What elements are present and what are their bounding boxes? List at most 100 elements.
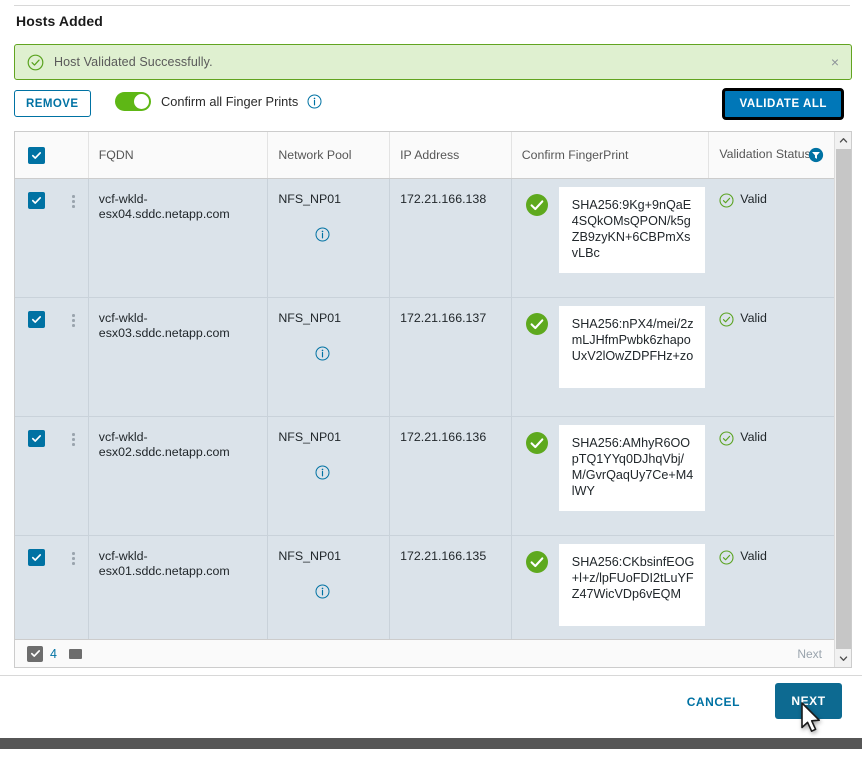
cell-ip-address: 172.21.166.136 bbox=[390, 417, 512, 535]
cell-validation-status: Valid bbox=[709, 417, 834, 535]
check-circle-icon bbox=[27, 54, 44, 71]
network-pool-info-icon[interactable] bbox=[278, 346, 379, 364]
selected-count: 4 bbox=[50, 647, 57, 661]
table-row[interactable]: vcf-wkld-esx04.sddc.netapp.com NFS_NP01 … bbox=[15, 179, 834, 298]
fingerprint-confirmed-icon bbox=[525, 193, 549, 217]
info-circle-icon[interactable] bbox=[307, 94, 322, 109]
table-scrollbar[interactable] bbox=[834, 132, 851, 667]
close-icon[interactable]: × bbox=[831, 55, 839, 69]
cancel-button[interactable]: CANCEL bbox=[677, 687, 750, 717]
row-checkbox[interactable] bbox=[28, 311, 45, 328]
cell-network-pool: NFS_NP01 bbox=[268, 536, 390, 654]
scroll-up-icon[interactable] bbox=[835, 132, 851, 149]
validate-all-button[interactable]: VALIDATE ALL bbox=[722, 88, 844, 120]
status-valid-icon bbox=[719, 431, 734, 446]
column-header-network-pool[interactable]: Network Pool bbox=[268, 132, 390, 178]
fingerprint-value: SHA256:AMhyR6OOpTQ1YYq0DJhqVbj/M/GvrQaqU… bbox=[559, 425, 705, 511]
select-all-header-cell bbox=[15, 132, 59, 178]
row-select-cell bbox=[15, 179, 59, 297]
scroll-down-icon[interactable] bbox=[835, 650, 851, 667]
filter-icon[interactable] bbox=[808, 147, 824, 163]
hosts-table: FQDN Network Pool IP Address Confirm Fin… bbox=[14, 131, 852, 668]
fingerprint-value: SHA256:9Kg+9nQaE4SQkOMsQPON/k5gZB9zyKN+6… bbox=[559, 187, 705, 273]
status-valid-icon bbox=[719, 550, 734, 565]
row-checkbox[interactable] bbox=[28, 549, 45, 566]
wizard-footer: CANCEL NEXT bbox=[0, 676, 862, 749]
row-overflow-menu-icon[interactable] bbox=[72, 431, 75, 446]
row-actions-cell bbox=[59, 417, 89, 535]
cell-ip-address: 172.21.166.135 bbox=[390, 536, 512, 654]
fingerprint-confirmed-icon bbox=[525, 431, 549, 455]
column-header-confirm-fingerprint[interactable]: Confirm FingerPrint bbox=[512, 132, 710, 178]
cell-validation-status: Valid bbox=[709, 536, 834, 654]
fingerprint-confirmed-icon bbox=[525, 550, 549, 574]
status-badge: Valid bbox=[740, 430, 767, 444]
network-pool-value: NFS_NP01 bbox=[278, 549, 341, 563]
status-valid-icon bbox=[719, 193, 734, 208]
row-select-cell bbox=[15, 536, 59, 654]
cell-fingerprint: SHA256:9Kg+9nQaE4SQkOMsQPON/k5gZB9zyKN+6… bbox=[512, 179, 709, 297]
column-settings-icon[interactable] bbox=[69, 649, 82, 659]
network-pool-info-icon[interactable] bbox=[278, 227, 379, 245]
row-actions-cell bbox=[59, 536, 89, 654]
column-header-fqdn[interactable]: FQDN bbox=[89, 132, 269, 178]
cell-fingerprint: SHA256:nPX4/mei/2zmLJHfmPwbk6zhapoUxV2lO… bbox=[512, 298, 709, 416]
cell-fqdn: vcf-wkld-esx02.sddc.netapp.com bbox=[89, 417, 269, 535]
network-pool-value: NFS_NP01 bbox=[278, 192, 341, 206]
toggle-knob bbox=[134, 94, 149, 109]
row-overflow-menu-icon[interactable] bbox=[72, 312, 75, 327]
column-header-ip-address[interactable]: IP Address bbox=[390, 132, 512, 178]
fingerprint-confirmed-icon bbox=[525, 312, 549, 336]
fingerprint-value: SHA256:CKbsinfEOG+l+z/lpFUoFDI2tLuYFZ47W… bbox=[559, 544, 705, 626]
table-header-row: FQDN Network Pool IP Address Confirm Fin… bbox=[15, 132, 834, 179]
cell-network-pool: NFS_NP01 bbox=[268, 417, 390, 535]
page-title: Hosts Added bbox=[16, 13, 103, 29]
row-actions-cell bbox=[59, 298, 89, 416]
cell-network-pool: NFS_NP01 bbox=[268, 179, 390, 297]
validation-status-header-label: Validation Status bbox=[719, 147, 810, 162]
row-checkbox[interactable] bbox=[28, 192, 45, 209]
cell-validation-status: Valid bbox=[709, 298, 834, 416]
table-action-bar: REMOVE Confirm all Finger Prints VALIDAT… bbox=[14, 90, 852, 118]
footer-strip bbox=[0, 738, 862, 749]
cell-ip-address: 172.21.166.138 bbox=[390, 179, 512, 297]
actions-header-cell bbox=[59, 132, 89, 178]
scrollbar-thumb[interactable] bbox=[836, 149, 851, 649]
column-header-validation-status[interactable]: Validation Status bbox=[709, 132, 834, 178]
cell-fingerprint: SHA256:AMhyR6OOpTQ1YYq0DJhqVbj/M/GvrQaqU… bbox=[512, 417, 709, 535]
fingerprint-value: SHA256:nPX4/mei/2zmLJHfmPwbk6zhapoUxV2lO… bbox=[559, 306, 705, 388]
footer-select-all-checkbox[interactable] bbox=[27, 646, 43, 662]
row-overflow-menu-icon[interactable] bbox=[72, 193, 75, 208]
table-footer: 4 Next bbox=[15, 639, 834, 667]
cell-fingerprint: SHA256:CKbsinfEOG+l+z/lpFUoFDI2tLuYFZ47W… bbox=[512, 536, 709, 654]
cell-validation-status: Valid bbox=[709, 179, 834, 297]
next-button[interactable]: NEXT bbox=[775, 683, 842, 719]
cell-ip-address: 172.21.166.137 bbox=[390, 298, 512, 416]
cell-fqdn: vcf-wkld-esx01.sddc.netapp.com bbox=[89, 536, 269, 654]
confirm-all-fingerprints-toggle[interactable] bbox=[115, 92, 151, 111]
pagination-next-link[interactable]: Next bbox=[797, 647, 822, 661]
row-overflow-menu-icon[interactable] bbox=[72, 550, 75, 565]
cell-fqdn: vcf-wkld-esx04.sddc.netapp.com bbox=[89, 179, 269, 297]
confirm-all-fingerprints-label: Confirm all Finger Prints bbox=[161, 94, 298, 109]
confirm-all-fingerprints-group: Confirm all Finger Prints bbox=[115, 92, 322, 111]
remove-button[interactable]: REMOVE bbox=[14, 90, 91, 117]
cell-fqdn: vcf-wkld-esx03.sddc.netapp.com bbox=[89, 298, 269, 416]
network-pool-info-icon[interactable] bbox=[278, 584, 379, 602]
status-valid-icon bbox=[719, 312, 734, 327]
select-all-checkbox[interactable] bbox=[28, 147, 45, 164]
alert-message: Host Validated Successfully. bbox=[54, 55, 213, 69]
table-row[interactable]: vcf-wkld-esx03.sddc.netapp.com NFS_NP01 … bbox=[15, 298, 834, 417]
status-badge: Valid bbox=[740, 549, 767, 563]
host-validation-screen: Hosts Added Host Validated Successfully.… bbox=[0, 0, 862, 760]
table-row[interactable]: vcf-wkld-esx01.sddc.netapp.com NFS_NP01 … bbox=[15, 536, 834, 655]
row-checkbox[interactable] bbox=[28, 430, 45, 447]
status-badge: Valid bbox=[740, 311, 767, 325]
network-pool-value: NFS_NP01 bbox=[278, 311, 341, 325]
table-row[interactable]: vcf-wkld-esx02.sddc.netapp.com NFS_NP01 … bbox=[15, 417, 834, 536]
top-divider bbox=[14, 5, 850, 6]
success-alert: Host Validated Successfully. × bbox=[14, 44, 852, 80]
network-pool-info-icon[interactable] bbox=[278, 465, 379, 483]
network-pool-value: NFS_NP01 bbox=[278, 430, 341, 444]
row-actions-cell bbox=[59, 179, 89, 297]
